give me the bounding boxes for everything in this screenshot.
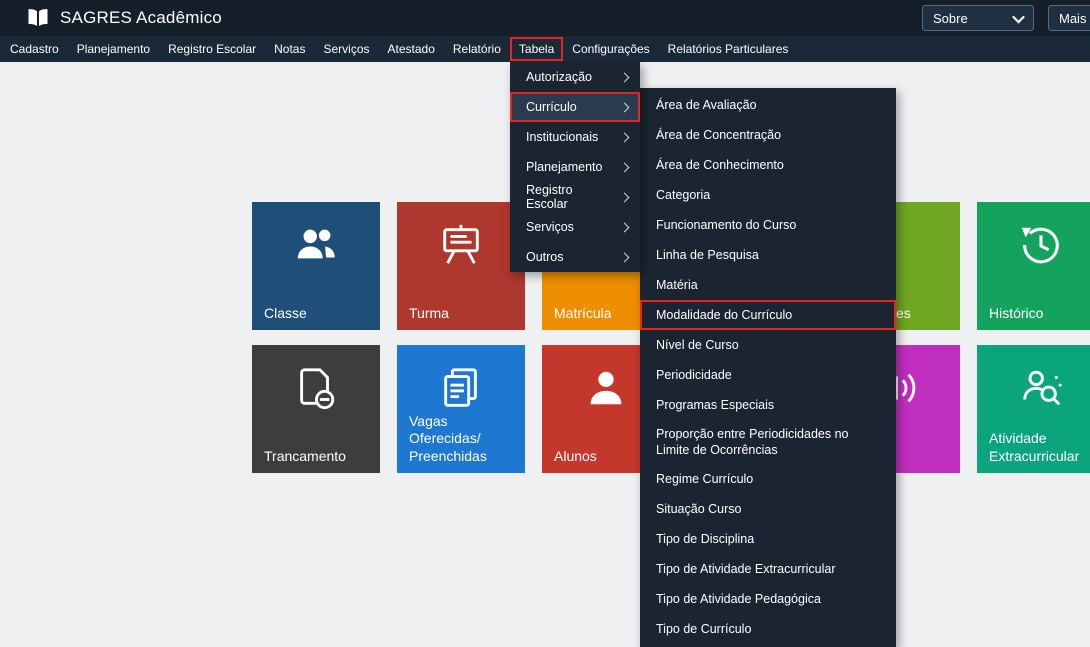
- sobre-dropdown-button[interactable]: Sobre: [922, 5, 1034, 31]
- mais-label: Mais: [1059, 11, 1086, 26]
- person-search-icon: [1018, 365, 1064, 411]
- submenu-item-label: Área de Concentração: [656, 127, 781, 143]
- chevron-right-icon: [620, 132, 630, 142]
- dropdown-item-outros[interactable]: Outros: [510, 242, 640, 272]
- chevron-right-icon: [620, 252, 630, 262]
- dropdown-item-label: Serviços: [526, 220, 574, 234]
- tile-label: Classe: [264, 305, 376, 323]
- menu-relatorios-particulares[interactable]: Relatórios Particulares: [659, 37, 798, 61]
- menu-relatorio[interactable]: Relatório: [444, 37, 510, 61]
- tile-label: Histórico: [989, 305, 1090, 323]
- dropdown-item-planejamento[interactable]: Planejamento: [510, 152, 640, 182]
- dropdown-item-label: Currículo: [526, 100, 577, 114]
- people-icon: [293, 222, 339, 268]
- submenu-item-tipo-de-atividade-extracurricular[interactable]: Tipo de Atividade Extracurricular: [640, 555, 896, 585]
- topbar: SAGRES Acadêmico Sobre Mais: [0, 0, 1090, 36]
- submenu-item-label: Área de Avaliação: [656, 97, 757, 113]
- submenu-item-label: Funcionamento do Curso: [656, 217, 796, 233]
- submenu-item-label: Nível de Curso: [656, 337, 739, 353]
- submenu-item-area-de-concentracao[interactable]: Área de Concentração: [640, 120, 896, 150]
- dropdown-item-institucionais[interactable]: Institucionais: [510, 122, 640, 152]
- dropdown-item-curriculo[interactable]: Currículo: [510, 92, 640, 122]
- submenu-item-label: Situação Curso: [656, 501, 741, 517]
- submenu-item-proporcao-periodicidades[interactable]: Proporção entre Periodicidades no Limite…: [640, 420, 896, 465]
- submenu-item-label: Periodicidade: [656, 367, 732, 383]
- submenu-item-label: Linha de Pesquisa: [656, 247, 759, 263]
- chevron-right-icon: [620, 72, 630, 82]
- tile-label: Turma: [409, 305, 521, 323]
- tile-label: Atividade Extracurricular: [989, 430, 1090, 465]
- submenu-item-area-de-avaliacao[interactable]: Área de Avaliação: [640, 90, 896, 120]
- dropdown-item-label: Institucionais: [526, 130, 598, 144]
- submenu-item-label: Tipo de Disciplina: [656, 531, 754, 547]
- history-clock-icon: [1018, 222, 1064, 268]
- submenu-item-categoria[interactable]: Categoria: [640, 180, 896, 210]
- curriculo-submenu: Área de Avaliação Área de Concentração Á…: [640, 88, 896, 647]
- dropdown-item-label: Planejamento: [526, 160, 602, 174]
- submenu-item-periodicidade[interactable]: Periodicidade: [640, 360, 896, 390]
- submenu-item-label: Proporção entre Periodicidades no Limite…: [656, 426, 880, 459]
- submenu-item-tipo-de-atividade-pedagogica[interactable]: Tipo de Atividade Pedagógica: [640, 585, 896, 615]
- submenu-item-label: Matéria: [656, 277, 698, 293]
- submenu-item-label: Regime Currículo: [656, 471, 753, 487]
- tabela-dropdown-menu: Autorização Currículo Institucionais Pla…: [510, 62, 640, 272]
- submenu-item-tipo-de-curriculo[interactable]: Tipo de Currículo: [640, 615, 896, 645]
- tile-historico[interactable]: Histórico: [977, 202, 1090, 330]
- menu-cadastro[interactable]: Cadastro: [1, 37, 68, 61]
- dropdown-item-servicos[interactable]: Serviços: [510, 212, 640, 242]
- submenu-item-label: Tipo de Atividade Pedagógica: [656, 591, 821, 607]
- tile-label: Trancamento: [264, 448, 376, 466]
- menu-tabela[interactable]: Tabela: [510, 37, 563, 61]
- tile-atividade-extracurricular[interactable]: Atividade Extracurricular: [977, 345, 1090, 473]
- submenu-item-materia[interactable]: Matéria: [640, 270, 896, 300]
- presentation-board-icon: [438, 222, 484, 268]
- menu-servicos[interactable]: Serviços: [314, 37, 378, 61]
- app-title: SAGRES Acadêmico: [60, 8, 222, 28]
- dropdown-item-label: Autorização: [526, 70, 592, 84]
- tile-label: Vagas Oferecidas/ Preenchidas: [409, 413, 521, 466]
- dropdown-item-autorizacao[interactable]: Autorização: [510, 62, 640, 92]
- tile-trancamento[interactable]: Trancamento: [252, 345, 380, 473]
- tile-label-fragment: es: [896, 305, 956, 323]
- chevron-right-icon: [620, 162, 630, 172]
- submenu-item-linha-de-pesquisa[interactable]: Linha de Pesquisa: [640, 240, 896, 270]
- menu-notas[interactable]: Notas: [265, 37, 314, 61]
- menu-planejamento[interactable]: Planejamento: [68, 37, 159, 61]
- chevron-down-icon: [1012, 10, 1025, 23]
- menu-atestado[interactable]: Atestado: [379, 37, 444, 61]
- chevron-right-icon: [620, 192, 630, 202]
- tile-vagas-oferecidas-preenchidas[interactable]: Vagas Oferecidas/ Preenchidas: [397, 345, 525, 473]
- submenu-item-modalidade-do-curriculo[interactable]: Modalidade do Currículo: [640, 300, 896, 330]
- chevron-right-icon: [620, 102, 630, 112]
- tile-classe[interactable]: Classe: [252, 202, 380, 330]
- menu-configuracoes[interactable]: Configurações: [563, 37, 658, 61]
- dropdown-item-registro-escolar[interactable]: Registro Escolar: [510, 182, 640, 212]
- menu-registro-escolar[interactable]: Registro Escolar: [159, 37, 265, 61]
- student-icon: [583, 365, 629, 411]
- documents-icon: [438, 365, 484, 411]
- submenu-item-label: Categoria: [656, 187, 710, 203]
- dropdown-item-label: Outros: [526, 250, 564, 264]
- submenu-item-label: Modalidade do Currículo: [656, 307, 792, 323]
- submenu-item-label: Tipo de Atividade Extracurricular: [656, 561, 835, 577]
- topbar-buttons: Sobre Mais: [922, 5, 1090, 31]
- tile-turma[interactable]: Turma: [397, 202, 525, 330]
- submenu-item-regime-curriculo[interactable]: Regime Currículo: [640, 465, 896, 495]
- submenu-item-programas-especiais[interactable]: Programas Especiais: [640, 390, 896, 420]
- chevron-right-icon: [620, 222, 630, 232]
- submenu-item-label: Área de Conhecimento: [656, 157, 784, 173]
- submenu-item-area-de-conhecimento[interactable]: Área de Conhecimento: [640, 150, 896, 180]
- submenu-item-tipo-de-disciplina[interactable]: Tipo de Disciplina: [640, 525, 896, 555]
- dropdown-item-label: Registro Escolar: [526, 183, 613, 211]
- menubar: Cadastro Planejamento Registro Escolar N…: [0, 36, 1090, 62]
- submenu-item-label: Tipo de Currículo: [656, 621, 751, 637]
- document-minus-icon: [293, 365, 339, 411]
- submenu-item-nivel-de-curso[interactable]: Nível de Curso: [640, 330, 896, 360]
- sobre-label: Sobre: [933, 11, 968, 26]
- mais-dropdown-button[interactable]: Mais: [1048, 5, 1090, 31]
- submenu-item-label: Programas Especiais: [656, 397, 774, 413]
- submenu-item-situacao-curso[interactable]: Situação Curso: [640, 495, 896, 525]
- app-logo-book-icon: [26, 8, 50, 28]
- submenu-item-funcionamento-do-curso[interactable]: Funcionamento do Curso: [640, 210, 896, 240]
